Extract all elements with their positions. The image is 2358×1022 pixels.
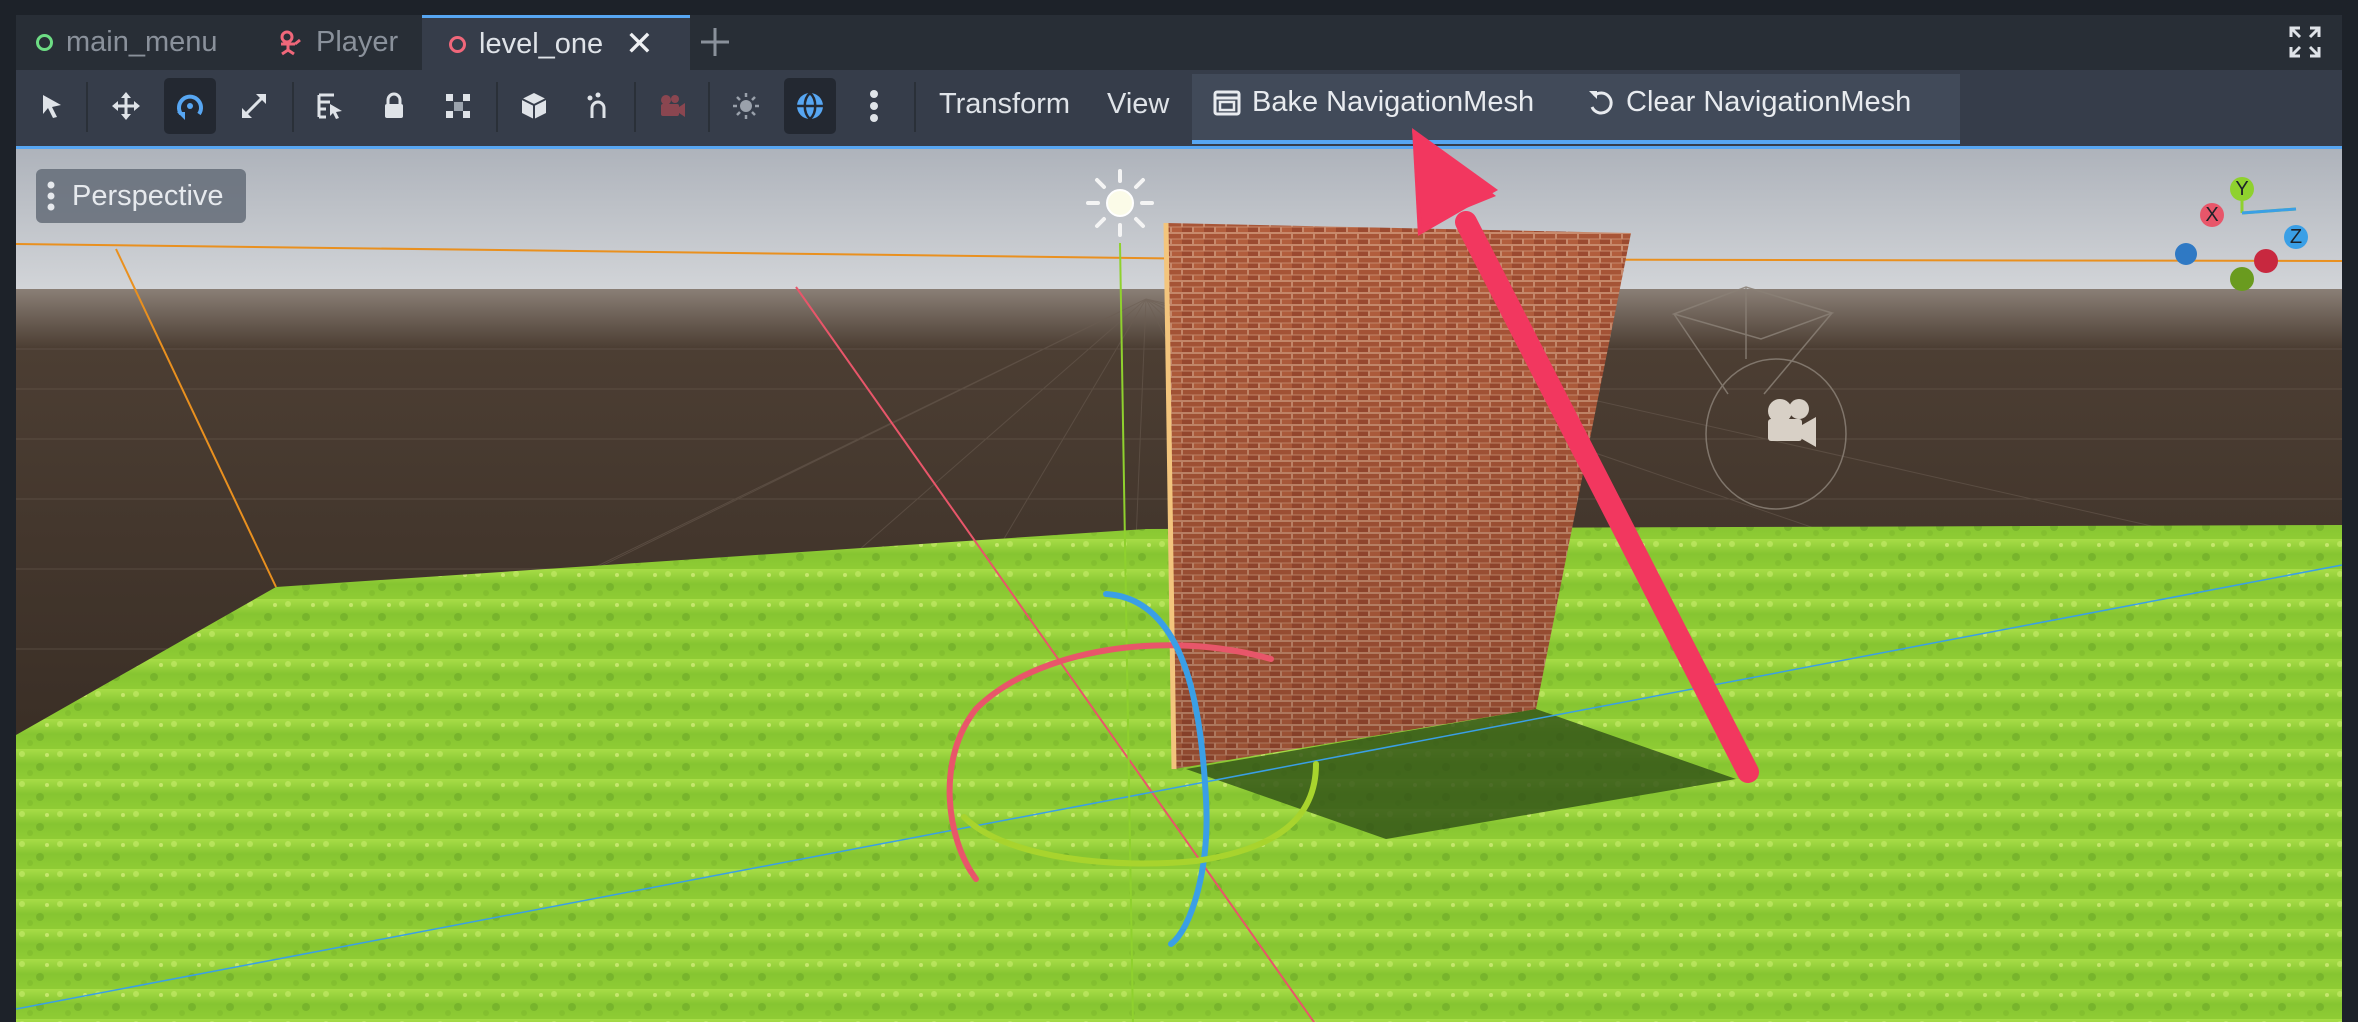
camera-preview-button[interactable] [646,78,698,134]
z-axis-label: Z [2290,226,2302,248]
close-tab-icon[interactable]: ✕ [625,27,654,61]
scale-icon [242,94,266,118]
plus-icon [701,28,729,56]
clear-label: Clear NavigationMesh [1626,86,1912,118]
spatial-editor-toolbar: Transform View Bake NavigationMesh Clear… [16,70,2342,146]
clear-navigation-mesh-button[interactable]: Clear NavigationMesh [1586,86,1911,119]
lock-button[interactable] [368,78,420,134]
sun-preview-button[interactable] [720,78,772,134]
bake-label: Bake NavigationMesh [1252,86,1535,118]
more-options-icon [870,90,878,122]
rotate-icon [177,94,203,120]
x-axis-label: X [2205,204,2218,226]
snap-icon [587,92,606,118]
reload-icon [1589,90,1613,114]
directional-light-gizmo[interactable] [1086,169,1154,237]
select-mode-button[interactable] [26,78,78,134]
transform-menu[interactable]: Transform [939,88,1070,121]
group-button[interactable] [432,78,484,134]
list-select-icon [317,93,342,119]
tab-player[interactable]: Player [278,15,398,70]
bake-navigation-mesh-button[interactable]: Bake NavigationMesh [1212,86,1534,119]
tab-label: main_menu [66,26,218,58]
3d-viewport[interactable]: Y X Z Perspective [16,146,2342,1022]
character-body-icon [280,30,301,55]
neg-y-axis-handle[interactable] [2230,267,2254,291]
fullscreen-icon [2289,26,2321,58]
neg-z-axis-handle[interactable] [2175,243,2197,265]
scene-root-icon [36,34,53,51]
distraction-free-button[interactable] [2288,25,2322,64]
perspective-view-menu[interactable]: Perspective [36,169,246,223]
tab-level-one[interactable]: level_one ✕ [422,15,690,70]
bake-icon [1213,90,1241,115]
scene-root-icon [449,35,466,53]
kebab-menu-icon [47,181,55,211]
more-options-button[interactable] [848,78,900,134]
move-mode-button[interactable] [100,78,152,134]
local-space-button[interactable] [508,78,560,134]
move-icon [112,92,140,120]
rotate-mode-button[interactable] [164,78,216,134]
list-select-button[interactable] [304,78,356,134]
neg-x-axis-handle[interactable] [2254,249,2278,273]
local-space-icon [521,93,547,119]
perspective-label: Perspective [72,179,224,212]
add-tab-button[interactable] [696,23,734,66]
group-icon [446,94,470,118]
snap-button[interactable] [572,78,624,134]
tab-label: Player [316,26,399,58]
scene-tab-bar: main_menu Player level_one ✕ [16,15,2342,70]
tab-label: level_one [479,27,604,60]
select-icon [43,95,61,118]
view-menu[interactable]: View [1107,88,1169,121]
sun-preview-icon [733,93,759,119]
viewport-scene[interactable]: Y X Z [16,149,2342,1022]
godot-editor: main_menu Player level_one ✕ Transform V… [0,0,2358,1022]
camera-preview-icon [661,95,685,117]
environment-preview-button[interactable] [784,78,836,134]
scale-mode-button[interactable] [228,78,280,134]
navigation-mesh-toolbar: Bake NavigationMesh Clear NavigationMesh [1192,74,1960,144]
environment-preview-icon [797,92,823,120]
tab-main-menu[interactable]: main_menu [36,15,218,70]
lock-icon [385,92,403,118]
y-axis-label: Y [2235,178,2248,200]
